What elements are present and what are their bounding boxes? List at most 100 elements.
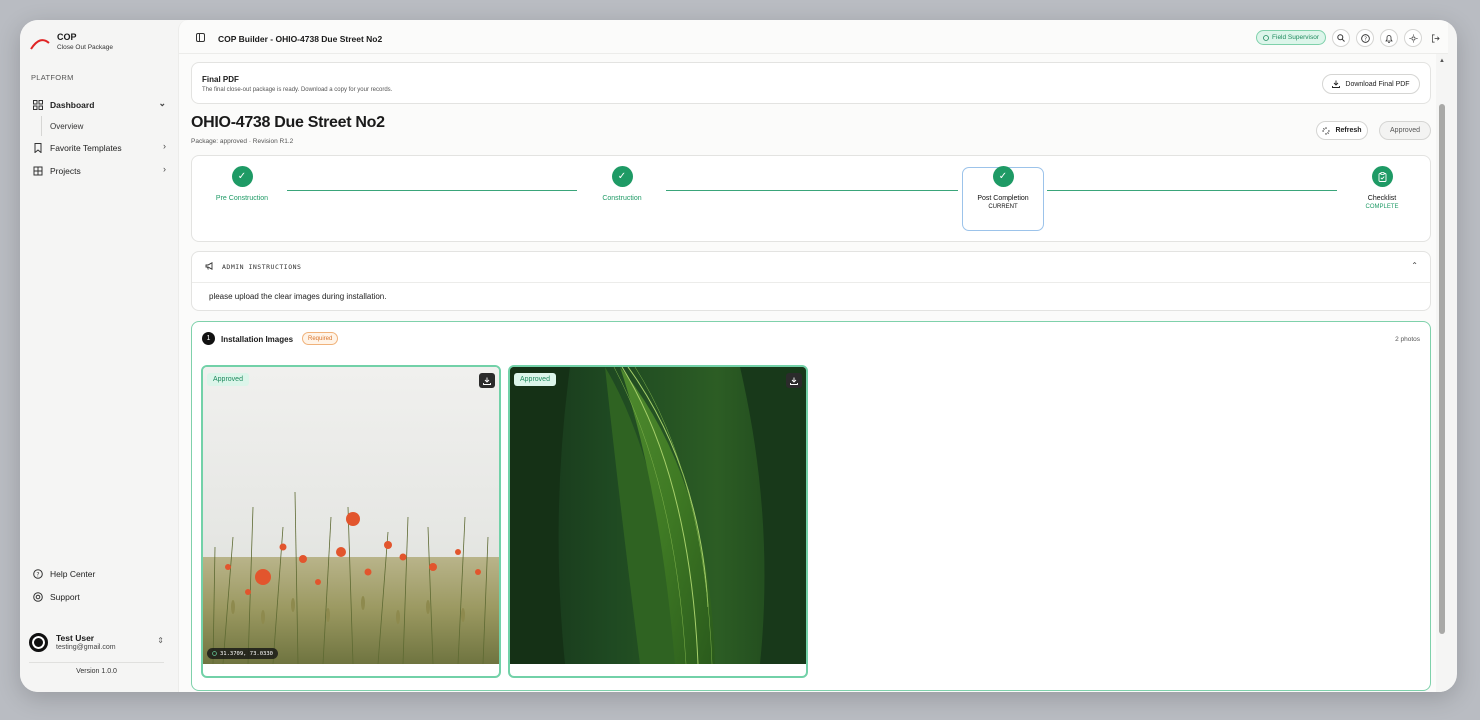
admin-instructions-card: ADMIN INSTRUCTIONS ⌃ please upload the c…	[191, 251, 1431, 311]
brand-title: COP	[57, 32, 77, 42]
admin-instructions-header[interactable]: ADMIN INSTRUCTIONS ⌃	[192, 252, 1430, 283]
download-icon	[1332, 80, 1341, 88]
sidebar-item-label: Help Center	[50, 568, 96, 579]
step-label: Post Completion	[977, 195, 1029, 202]
chevron-right-icon: ›	[163, 141, 166, 151]
user-email: testing@gmail.com	[56, 643, 116, 651]
clipboard-check-icon	[1371, 166, 1393, 187]
admin-instructions-text: please upload the clear images during in…	[209, 292, 387, 301]
sun-icon[interactable]	[1404, 29, 1422, 47]
photo-count: 2 photos	[1395, 336, 1420, 343]
step-connector	[287, 190, 577, 191]
status-badge: Approved	[1379, 121, 1431, 140]
app-window: COP Close Out Package PLATFORM Dashboard…	[20, 20, 1457, 692]
sidebar-subitem-overview[interactable]: Overview	[41, 116, 168, 136]
required-badge: Required	[302, 332, 339, 345]
sidebar-item-support[interactable]: Support	[28, 585, 168, 608]
sidebar-item-favorite-templates[interactable]: Favorite Templates ›	[28, 136, 168, 159]
megaphone-icon	[205, 262, 214, 272]
photo-card[interactable]: Approved	[508, 365, 808, 678]
chevron-updown-icon: ⇕	[157, 636, 164, 645]
step-connector	[1047, 190, 1337, 191]
poppy-field-photo	[203, 367, 499, 664]
dashboard-icon	[32, 99, 44, 111]
sidebar-item-dashboard[interactable]: Dashboard ⌄	[28, 93, 168, 116]
divider	[29, 662, 164, 663]
svg-text:?: ?	[36, 571, 39, 578]
package-subtitle: Package: approved · Revision R1.2	[191, 138, 294, 145]
step-connector	[666, 190, 958, 191]
installation-images-card: 1 Installation Images Required 2 photos	[191, 321, 1431, 691]
check-icon: ✓	[611, 166, 633, 187]
final-pdf-card: Final PDF The final close-out package is…	[191, 62, 1431, 104]
user-menu[interactable]: Test User testing@gmail.com ⇕	[29, 630, 164, 654]
support-icon	[32, 591, 44, 603]
help-icon[interactable]: ?	[1356, 29, 1374, 47]
final-pdf-title: Final PDF	[202, 75, 239, 84]
step-label: Construction	[602, 195, 642, 202]
check-icon: ✓	[992, 166, 1014, 187]
photo-card[interactable]: Approved 31.3709, 73.0330	[201, 365, 501, 678]
final-pdf-subtitle: The final close-out package is ready. Do…	[202, 87, 393, 93]
step-post-completion[interactable]: ✓ Post Completion CURRENT	[963, 166, 1043, 210]
brand[interactable]: COP Close Out Package	[30, 32, 113, 52]
refresh-button[interactable]: Refresh	[1316, 121, 1368, 140]
chevron-down-icon: ⌄	[158, 98, 166, 108]
approved-badge: Approved	[514, 373, 556, 386]
topbar: COP Builder - OHIO-4738 Due Street No2 F…	[179, 20, 1448, 54]
sidebar-item-projects[interactable]: Projects ›	[28, 159, 168, 182]
location-icon	[212, 651, 217, 656]
chevron-right-icon: ›	[163, 164, 166, 174]
step-pre-construction[interactable]: ✓ Pre Construction	[202, 166, 282, 202]
section-title: Installation Images	[221, 335, 294, 344]
avatar	[29, 632, 48, 652]
search-icon[interactable]	[1332, 29, 1350, 47]
download-final-pdf-label: Download Final PDF	[1345, 80, 1410, 88]
sidebar-item-label: Favorite Templates	[50, 142, 122, 153]
download-icon[interactable]	[479, 373, 495, 388]
sidebar-section-label: PLATFORM	[31, 73, 74, 82]
step-label: Pre Construction	[215, 195, 269, 202]
sidebar-toggle-icon[interactable]	[196, 33, 205, 42]
cop-logo-icon	[30, 39, 50, 50]
step-status: CURRENT	[988, 204, 1018, 210]
scroll-up-icon[interactable]: ▲	[1439, 58, 1445, 64]
loader-icon	[1322, 126, 1331, 135]
role-badge: Field Supervisor	[1256, 30, 1326, 45]
sidebar-item-help-center[interactable]: ? Help Center	[28, 562, 168, 585]
approved-badge: Approved	[207, 373, 249, 386]
sidebar-item-label: Dashboard	[50, 99, 95, 110]
download-icon[interactable]	[786, 373, 802, 388]
scroll-area: Final PDF The final close-out package is…	[179, 54, 1437, 692]
version-label: Version 1.0.0	[76, 668, 117, 675]
step-status: COMPLETE	[1365, 204, 1399, 210]
admin-instructions-label: ADMIN INSTRUCTIONS	[222, 263, 302, 271]
sidebar-bottom-nav: ? Help Center Support	[28, 562, 168, 608]
refresh-label: Refresh	[1335, 127, 1362, 134]
role-label: Field Supervisor	[1272, 34, 1319, 41]
logout-icon[interactable]	[1426, 29, 1444, 47]
scroll-thumb[interactable]	[1439, 104, 1445, 634]
bell-icon[interactable]	[1380, 29, 1398, 47]
user-name: Test User	[56, 632, 95, 643]
download-final-pdf-button[interactable]: Download Final PDF	[1322, 74, 1420, 94]
green-leaf-photo	[510, 367, 806, 664]
section-number-badge: 1	[202, 332, 215, 345]
page-header-title: COP Builder - OHIO-4738 Due Street No2	[218, 34, 383, 44]
check-icon: ✓	[231, 166, 253, 187]
gps-coordinates: 31.3709, 73.0330	[207, 648, 278, 659]
sidebar-item-label: Projects	[50, 165, 81, 176]
step-checklist[interactable]: Checklist COMPLETE	[1342, 166, 1422, 210]
check-circle-icon	[1263, 34, 1269, 41]
sidebar-nav: Dashboard ⌄ Overview Favorite Templates …	[28, 93, 168, 182]
coordinates-label: 31.3709, 73.0330	[220, 650, 273, 657]
svg-text:?: ?	[1364, 36, 1367, 42]
step-construction[interactable]: ✓ Construction	[582, 166, 662, 202]
main-content: COP Builder - OHIO-4738 Due Street No2 F…	[178, 20, 1448, 692]
vertical-scrollbar[interactable]: ▲	[1436, 54, 1448, 692]
help-icon: ?	[32, 568, 44, 580]
page-title: OHIO-4738 Due Street No2	[191, 114, 385, 131]
chevron-up-icon: ⌃	[1411, 261, 1418, 270]
building-icon	[32, 165, 44, 177]
sidebar: COP Close Out Package PLATFORM Dashboard…	[20, 20, 178, 692]
